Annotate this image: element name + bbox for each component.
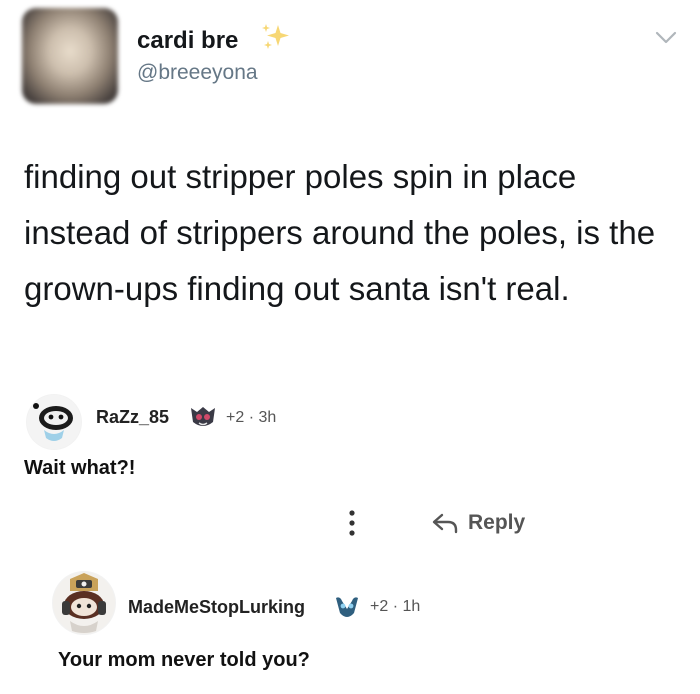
reply-arrow-icon (432, 513, 458, 534)
profile-avatar[interactable] (22, 8, 118, 104)
comment-text: Your mom never told you? (58, 649, 310, 671)
comment-username[interactable]: RaZz_85 (96, 407, 169, 428)
display-name[interactable]: cardi bre (137, 27, 238, 55)
comment-username[interactable]: MadeMeStopLurking (128, 597, 305, 618)
flair-badge-icon (336, 597, 358, 617)
robot-avatar-icon (27, 395, 81, 449)
tweet-text: finding out stripper poles spin in place… (24, 158, 656, 307)
comment-text: Wait what?! (24, 457, 136, 479)
sparkles-icon (262, 24, 289, 49)
more-options-icon[interactable] (340, 505, 364, 541)
reply-label: Reply (468, 511, 526, 534)
commenter-avatar[interactable] (52, 571, 116, 635)
commenter-avatar[interactable] (26, 394, 82, 450)
comment-meta: +2 · 1h (370, 598, 421, 615)
user-handle[interactable]: @breeeyona (137, 61, 258, 85)
chevron-down-icon[interactable] (653, 24, 679, 50)
snoo-avatar-icon (53, 572, 115, 634)
reply-button[interactable]: Reply (430, 508, 525, 538)
flair-badge-icon (191, 407, 215, 426)
comment-meta: +2 · 3h (226, 409, 277, 426)
